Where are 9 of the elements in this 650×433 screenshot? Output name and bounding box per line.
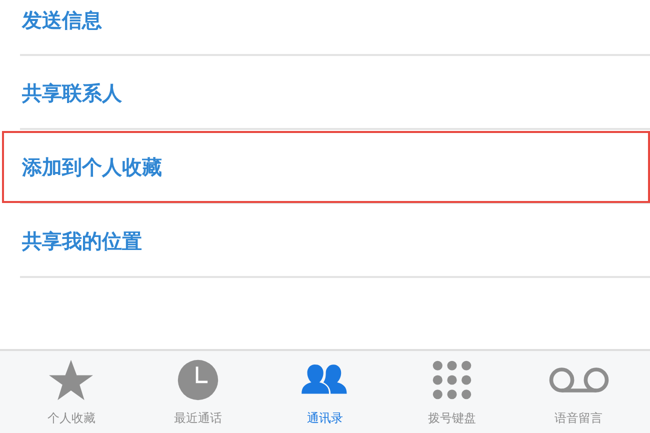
tab[interactable]: 语音留言 (524, 351, 634, 433)
tab[interactable]: 通讯录 (270, 351, 380, 433)
action-link[interactable]: 共享联系人 (22, 80, 122, 106)
tab[interactable]: 拨号键盘 (396, 351, 507, 433)
action-link[interactable]: 共享我的位置 (22, 228, 142, 254)
action-link[interactable]: 添加到个人收藏 (22, 154, 162, 180)
tab[interactable]: 最近通话 (143, 351, 254, 433)
action-link[interactable]: 发送信息 (22, 7, 102, 34)
tab[interactable]: 个人收藏 (16, 351, 126, 433)
